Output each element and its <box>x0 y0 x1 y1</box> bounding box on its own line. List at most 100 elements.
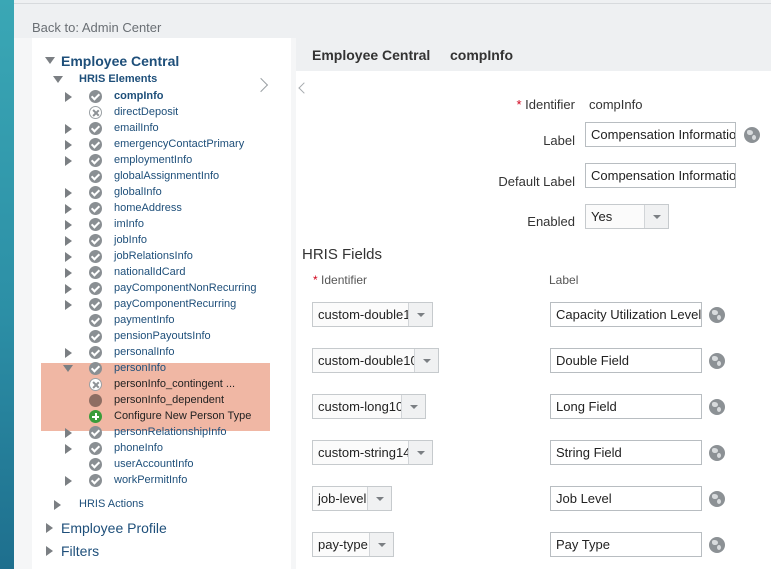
tree-item-label[interactable]: personInfo <box>114 362 166 374</box>
translate-globe-icon[interactable] <box>709 491 725 507</box>
disabled-x-icon <box>89 106 102 119</box>
checkmark-status-icon <box>89 298 102 311</box>
tree-filters[interactable]: Filters <box>61 543 99 559</box>
translate-globe-icon[interactable] <box>709 399 725 415</box>
field-label-input[interactable]: Capacity Utilization Level <box>550 302 702 327</box>
tree-item-label[interactable]: pensionPayoutsInfo <box>114 330 211 342</box>
collapsed-arrow-icon[interactable] <box>65 236 72 246</box>
tree-item-label[interactable]: jobRelationsInfo <box>114 250 193 262</box>
field-identifier-select[interactable]: custom-long10 <box>312 394 426 419</box>
tree-item-label[interactable]: payComponentRecurring <box>114 298 236 310</box>
field-identifier-value: custom-double10 <box>318 353 418 368</box>
collapsed-arrow-icon[interactable] <box>65 268 72 278</box>
tree-employee-profile[interactable]: Employee Profile <box>61 520 167 536</box>
default-label-input[interactable]: Compensation Information <box>585 163 736 188</box>
tree-item-label[interactable]: workPermitInfo <box>114 474 187 486</box>
tree-item-label[interactable]: personInfo_dependent <box>114 394 224 406</box>
field-identifier-value: job-level <box>318 491 367 506</box>
collapsed-arrow-icon[interactable] <box>65 124 72 134</box>
tree-item-label[interactable]: imInfo <box>114 218 144 230</box>
field-label-input[interactable]: String Field <box>550 440 702 465</box>
dropdown-arrow-icon[interactable] <box>401 395 425 418</box>
collapsed-arrow-icon[interactable] <box>65 220 72 230</box>
collapsed-arrow-icon[interactable] <box>65 348 72 358</box>
expanded-arrow-icon[interactable] <box>53 76 63 83</box>
tree-employee-central[interactable]: Employee Central <box>61 53 179 69</box>
tree-item-label[interactable]: employmentInfo <box>114 154 192 166</box>
collapsed-arrow-icon[interactable] <box>65 156 72 166</box>
tree-item-label[interactable]: Configure New Person Type <box>114 410 251 422</box>
expanded-arrow-icon[interactable] <box>63 365 73 372</box>
dropdown-arrow-icon[interactable] <box>369 533 393 556</box>
checkmark-status-icon <box>89 282 102 295</box>
tree-item-label[interactable]: directDeposit <box>114 106 178 118</box>
dropdown-arrow-icon[interactable] <box>414 349 438 372</box>
collapsed-arrow-icon[interactable] <box>65 140 72 150</box>
back-to-admin-center-link[interactable]: Back to: Admin Center <box>32 20 161 35</box>
field-label-input[interactable]: Pay Type <box>550 532 702 557</box>
add-plus-icon <box>89 410 102 423</box>
collapsed-arrow-icon[interactable] <box>65 284 72 294</box>
col-identifier-text: Identifier <box>321 273 368 287</box>
hris-fields-heading: HRIS Fields <box>302 246 383 263</box>
field-identifier-select[interactable]: custom-double10 <box>312 348 439 373</box>
collapsed-arrow-icon[interactable] <box>65 188 72 198</box>
field-identifier-select[interactable]: custom-double1 <box>312 302 433 327</box>
collapsed-arrow-icon[interactable] <box>65 444 72 454</box>
collapsed-arrow-icon[interactable] <box>54 500 61 510</box>
field-identifier-select[interactable]: job-level <box>312 486 392 511</box>
tree-item-label[interactable]: paymentInfo <box>114 314 175 326</box>
tree-item-label[interactable]: payComponentNonRecurring <box>114 282 256 294</box>
required-mark: * <box>313 273 318 287</box>
tree-item-label[interactable]: personalInfo <box>114 346 175 358</box>
tree-item-label[interactable]: emailInfo <box>114 122 159 134</box>
collapsed-arrow-icon[interactable] <box>65 300 72 310</box>
tree-item-label[interactable]: personInfo_contingent ... <box>114 378 235 390</box>
translate-globe-icon[interactable] <box>709 353 725 369</box>
label-input[interactable]: Compensation Information <box>585 122 736 147</box>
field-identifier-select[interactable]: custom-string14 <box>312 440 433 465</box>
default-label-field-label: Default Label <box>498 174 575 189</box>
tree-item-label[interactable]: jobInfo <box>114 234 147 246</box>
tree-item-label[interactable]: phoneInfo <box>114 442 163 454</box>
dropdown-arrow-icon[interactable] <box>644 205 668 228</box>
field-identifier-select[interactable]: pay-type <box>312 532 394 557</box>
tree-item-label[interactable]: emergencyContactPrimary <box>114 138 244 150</box>
checkmark-status-icon <box>89 266 102 279</box>
identifier-label-text: Identifier <box>525 97 575 112</box>
identifier-value: compInfo <box>589 97 643 112</box>
enabled-select[interactable]: Yes <box>585 204 669 229</box>
collapsed-arrow-icon[interactable] <box>65 252 72 262</box>
collapsed-arrow-icon[interactable] <box>65 476 72 486</box>
tree-item-label[interactable]: compInfo <box>114 90 164 102</box>
dropdown-arrow-icon[interactable] <box>408 303 432 326</box>
collapsed-arrow-icon[interactable] <box>65 428 72 438</box>
tree-hris-elements[interactable]: HRIS Elements <box>79 71 157 87</box>
tree-item-label[interactable]: globalAssignmentInfo <box>114 170 219 182</box>
dropdown-arrow-icon[interactable] <box>367 487 391 510</box>
checkmark-status-icon <box>89 330 102 343</box>
field-label-input[interactable]: Long Field <box>550 394 702 419</box>
label-field-label: Label <box>543 133 575 148</box>
tree-item-label[interactable]: homeAddress <box>114 202 182 214</box>
expanded-arrow-icon[interactable] <box>45 57 55 64</box>
tree-item-label[interactable]: userAccountInfo <box>114 458 194 470</box>
collapsed-arrow-icon[interactable] <box>46 546 53 556</box>
collapsed-arrow-icon[interactable] <box>46 523 53 533</box>
field-label-input[interactable]: Double Field <box>550 348 702 373</box>
translate-globe-icon[interactable] <box>709 537 725 553</box>
collapsed-arrow-icon[interactable] <box>65 204 72 214</box>
field-label-input[interactable]: Job Level <box>550 486 702 511</box>
checkmark-status-icon <box>89 138 102 151</box>
translate-globe-icon[interactable] <box>709 307 725 323</box>
collapsed-arrow-icon[interactable] <box>65 92 72 102</box>
tree-hris-actions[interactable]: HRIS Actions <box>79 496 144 512</box>
checkmark-status-icon <box>89 154 102 167</box>
tree-item-label[interactable]: personRelationshipInfo <box>114 426 227 438</box>
translate-globe-icon[interactable] <box>744 127 760 143</box>
dropdown-arrow-icon[interactable] <box>408 441 432 464</box>
translate-globe-icon[interactable] <box>709 445 725 461</box>
tree-item-label[interactable]: nationalIdCard <box>114 266 186 278</box>
checkmark-status-icon <box>89 234 102 247</box>
tree-item-label[interactable]: globalInfo <box>114 186 162 198</box>
